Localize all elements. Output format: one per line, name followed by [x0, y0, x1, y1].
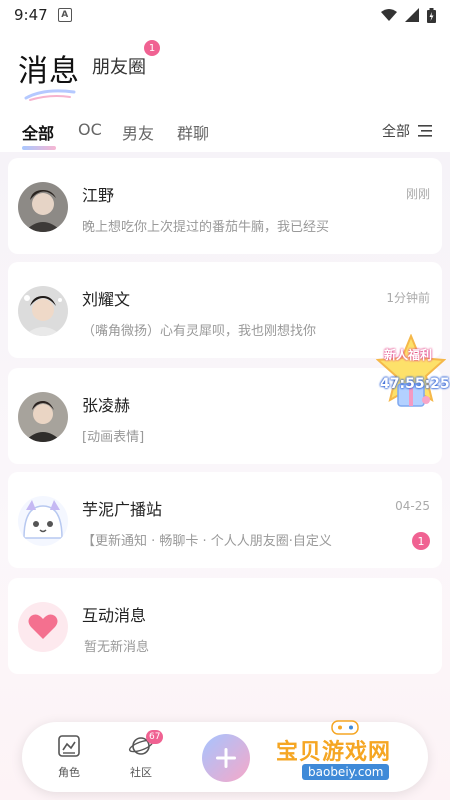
friends-circle-tab[interactable]: 朋友圈	[92, 53, 146, 79]
friends-circle-badge: 1	[144, 40, 160, 56]
conversation-item-yuni-radio[interactable]: 芋泥广播站 【更新通知 · 畅聊卡 · 个人人朋友圈·自定义 04-25 1	[8, 472, 442, 568]
tab-oc[interactable]: OC	[78, 120, 102, 139]
notification-a-icon: A	[57, 8, 72, 22]
title-swoosh-decoration	[24, 89, 76, 101]
nav-community[interactable]: 社区 67	[116, 730, 166, 780]
message-preview: 晚上想吃你上次提过的番茄牛腩，我已经买	[82, 220, 330, 235]
avatar	[18, 496, 68, 546]
message-preview: 【更新通知 · 畅聊卡 · 个人人朋友圈·自定义	[82, 534, 332, 549]
avatar	[18, 392, 68, 442]
filter-lines-icon	[418, 125, 432, 137]
avatar	[18, 286, 68, 336]
plus-icon	[216, 748, 236, 768]
nav-role[interactable]: 角色	[44, 734, 94, 780]
conversation-item-interactions[interactable]: 互动消息 暂无新消息	[8, 578, 442, 674]
conversation-list: 江野 晚上想吃你上次提过的番茄牛腩，我已经买 刚刚 刘耀文 （嘴角微扬）心有灵犀…	[0, 152, 450, 800]
message-time: 刚刚	[405, 187, 430, 201]
heart-icon	[28, 614, 58, 639]
new-user-gift-promo[interactable]: 新人福利 47:55:25	[376, 334, 450, 414]
battery-icon	[427, 7, 436, 23]
message-tabs: 全部 OC 男友 群聊 全部	[0, 110, 450, 152]
community-badge: 67	[146, 730, 164, 744]
wifi-icon	[381, 9, 397, 21]
nav-role-label: 角色	[58, 766, 80, 779]
status-bar: 9:47 A	[0, 0, 450, 30]
message-time: 04-25	[395, 499, 430, 513]
avatar	[18, 182, 68, 232]
message-preview: [动画表情]	[82, 430, 145, 445]
contact-name: 互动消息	[82, 606, 147, 625]
status-icons	[381, 7, 436, 23]
contact-name: 江野	[82, 186, 115, 205]
tab-boyfriend[interactable]: 男友	[122, 120, 154, 144]
watermark-text: 宝贝游戏网	[276, 740, 392, 765]
promo-label: 新人福利	[384, 348, 433, 362]
page-title: 消息	[18, 54, 80, 89]
active-tab-indicator	[22, 146, 56, 150]
create-button[interactable]	[202, 734, 250, 782]
signal-icon	[405, 8, 419, 22]
conversation-item-jiangye[interactable]: 江野 晚上想吃你上次提过的番茄牛腩，我已经买 刚刚	[8, 158, 442, 254]
heart-avatar	[18, 602, 68, 652]
site-watermark: 宝贝游戏网 baobeiy.com	[274, 720, 424, 790]
role-card-icon	[58, 735, 80, 757]
tab-group-chat[interactable]: 群聊	[177, 120, 209, 144]
filter-label: 全部	[382, 124, 410, 140]
header: 消息 朋友圈 1	[0, 30, 450, 110]
tab-all[interactable]: 全部	[22, 120, 54, 144]
message-time: 1分钟前	[386, 291, 430, 305]
filter-dropdown[interactable]: 全部	[382, 121, 432, 141]
contact-name: 刘耀文	[82, 290, 131, 309]
promo-timer: 47:55:25	[380, 376, 450, 392]
contact-name: 张凌赫	[82, 396, 131, 415]
message-preview: 暂无新消息	[84, 640, 150, 655]
unread-badge: 1	[412, 532, 430, 550]
nav-community-label: 社区	[130, 766, 152, 779]
message-preview: （嘴角微扬）心有灵犀呗，我也刚想找你	[82, 324, 317, 339]
contact-name: 芋泥广播站	[82, 500, 163, 519]
watermark-url: baobeiy.com	[302, 764, 390, 780]
status-time: 9:47	[14, 6, 48, 24]
